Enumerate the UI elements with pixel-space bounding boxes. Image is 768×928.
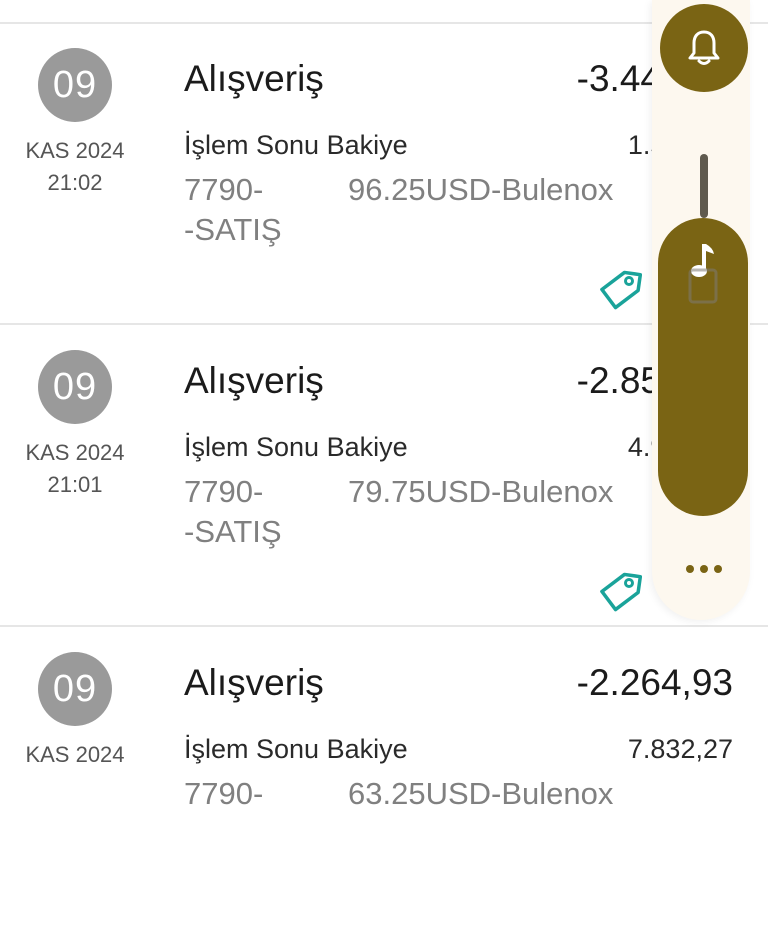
tag-icon[interactable]: [598, 570, 642, 614]
transaction-title: Alışveriş: [184, 662, 324, 703]
description-code: 7790-: [184, 172, 264, 207]
month-year: KAS 2024: [25, 440, 125, 465]
balance-value: 7.832,27: [627, 734, 733, 764]
day-badge: 09: [38, 350, 112, 424]
music-button[interactable]: [658, 218, 748, 516]
day-badge: 09: [38, 48, 112, 122]
month-year: KAS 2024: [25, 742, 125, 767]
description-type: -SATIŞ: [184, 514, 282, 549]
description-merchant: 79.75USD-Bulenox: [348, 474, 614, 509]
tag-icon[interactable]: [598, 268, 642, 312]
divider: [0, 625, 768, 627]
description-code: 7790-: [184, 474, 264, 509]
notification-button[interactable]: [660, 4, 748, 92]
time: 21:02: [47, 170, 103, 195]
bell-icon: [688, 30, 720, 65]
slider-track[interactable]: [700, 154, 708, 218]
more-horizontal-icon[interactable]: [680, 554, 728, 584]
day-badge: 09: [38, 652, 112, 726]
transaction-item[interactable]: 09 KAS 2024 Alışveriş -2.264,93 İşlem So…: [0, 628, 768, 928]
balance-label: İşlem Sonu Bakiye: [184, 734, 408, 764]
month-year: KAS 2024: [25, 138, 125, 163]
transaction-title: Alışveriş: [184, 58, 324, 99]
balance-label: İşlem Sonu Bakiye: [184, 130, 408, 160]
document-icon[interactable]: [684, 268, 722, 308]
description-merchant: 96.25USD-Bulenox: [348, 172, 614, 207]
description-code: 7790-: [184, 776, 264, 811]
transaction-title: Alışveriş: [184, 360, 324, 401]
description-merchant: 63.25USD-Bulenox: [348, 776, 614, 811]
balance-label: İşlem Sonu Bakiye: [184, 432, 408, 462]
description-type: -SATIŞ: [184, 212, 282, 247]
time: 21:01: [47, 472, 103, 497]
transaction-amount: -2.264,93: [576, 662, 733, 703]
